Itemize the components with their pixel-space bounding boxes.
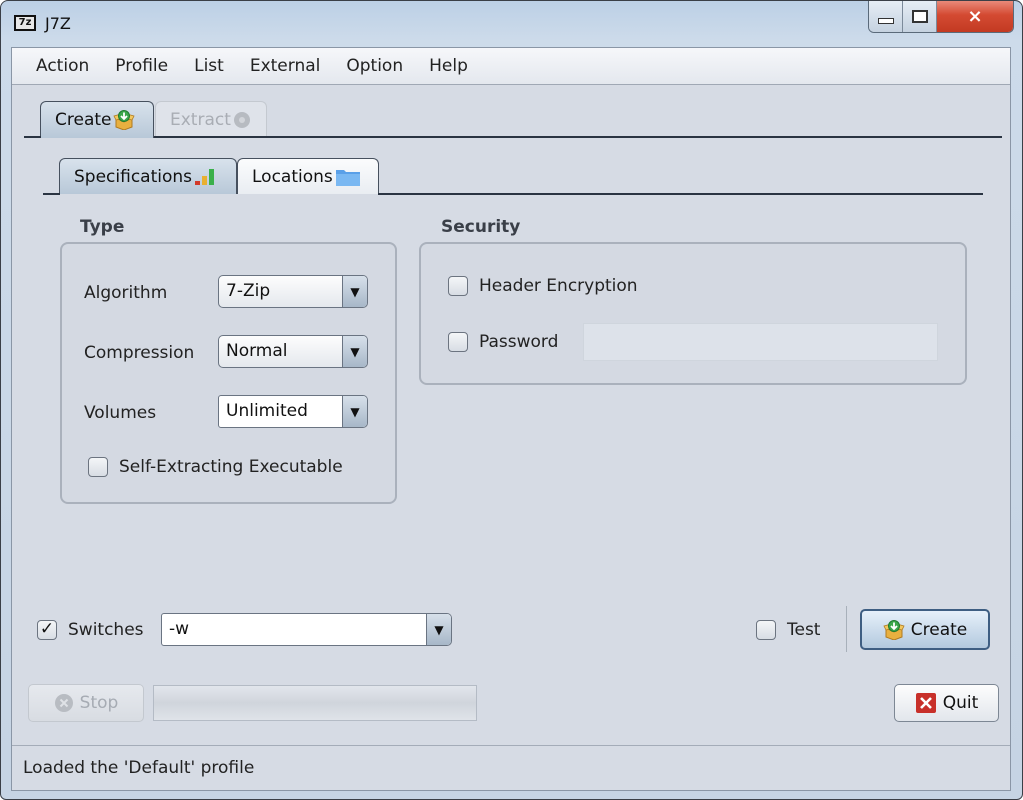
header-encryption-checkbox[interactable] bbox=[448, 276, 468, 296]
create-archive-icon bbox=[112, 110, 135, 130]
window-controls: × bbox=[868, 1, 1014, 33]
password-label[interactable]: Password bbox=[479, 332, 558, 352]
chevron-down-icon[interactable]: ▼ bbox=[426, 614, 451, 645]
switches-checkbox[interactable]: ✓ bbox=[37, 620, 57, 640]
sub-tab-divider bbox=[378, 193, 983, 195]
algorithm-value: 7-Zip bbox=[226, 281, 271, 301]
volumes-value[interactable]: Unlimited bbox=[219, 396, 342, 427]
stop-button[interactable]: Stop bbox=[28, 684, 144, 722]
tab-create-label: Create bbox=[55, 110, 112, 130]
password-checkbox[interactable] bbox=[448, 332, 468, 352]
chevron-down-icon[interactable]: ▼ bbox=[342, 396, 367, 427]
stop-icon bbox=[54, 694, 73, 712]
maximize-icon bbox=[911, 10, 928, 23]
application-window: 7z J7Z × Action Profile List External Op… bbox=[0, 0, 1023, 800]
sub-tab-divider-left bbox=[43, 193, 60, 195]
toolbar-separator bbox=[846, 606, 847, 652]
volumes-label: Volumes bbox=[84, 403, 157, 423]
quit-button-label: Quit bbox=[942, 693, 979, 713]
header-encryption-label[interactable]: Header Encryption bbox=[479, 276, 638, 296]
tab-extract-label: Extract bbox=[170, 110, 231, 130]
tab-locations[interactable]: Locations bbox=[237, 158, 379, 194]
menu-action[interactable]: Action bbox=[24, 56, 101, 76]
test-checkbox[interactable] bbox=[756, 620, 776, 640]
tab-locations-label: Locations bbox=[252, 166, 333, 187]
minimize-icon bbox=[877, 17, 894, 24]
folder-icon bbox=[335, 169, 360, 186]
status-bar: Loaded the 'Default' profile bbox=[12, 745, 1010, 790]
create-button[interactable]: Create bbox=[860, 609, 990, 650]
tab-create[interactable]: Create bbox=[40, 101, 154, 138]
create-archive-icon bbox=[883, 619, 905, 640]
app-icon: 7z bbox=[14, 15, 36, 31]
switches-label[interactable]: Switches bbox=[68, 620, 144, 640]
close-button[interactable]: × bbox=[937, 1, 1013, 32]
password-field[interactable] bbox=[583, 323, 938, 361]
volumes-combo[interactable]: Unlimited ▼ bbox=[218, 395, 368, 428]
menu-profile[interactable]: Profile bbox=[103, 56, 180, 76]
security-group bbox=[419, 242, 967, 385]
tab-specifications-label: Specifications bbox=[74, 166, 193, 187]
quit-button[interactable]: Quit bbox=[894, 684, 999, 722]
main-tab-divider-left bbox=[24, 136, 41, 138]
switches-value[interactable]: -w bbox=[162, 614, 426, 645]
test-label[interactable]: Test bbox=[787, 620, 820, 640]
maximize-button[interactable] bbox=[903, 1, 937, 32]
main-tab-divider bbox=[154, 136, 1002, 138]
window-title: J7Z bbox=[45, 14, 71, 33]
client-area: Action Profile List External Option Help… bbox=[11, 47, 1011, 791]
chevron-down-icon[interactable]: ▼ bbox=[342, 276, 367, 307]
status-text: Loaded the 'Default' profile bbox=[23, 758, 255, 778]
compression-value: Normal bbox=[226, 341, 288, 361]
create-button-label: Create bbox=[910, 619, 968, 640]
compression-label: Compression bbox=[84, 343, 195, 363]
stop-button-label: Stop bbox=[79, 693, 119, 713]
chevron-down-icon[interactable]: ▼ bbox=[342, 336, 367, 367]
progress-bar bbox=[153, 685, 477, 721]
menu-list[interactable]: List bbox=[182, 56, 236, 76]
quit-icon bbox=[915, 693, 936, 713]
menu-option[interactable]: Option bbox=[334, 56, 415, 76]
signal-bars-icon bbox=[195, 168, 215, 185]
title-bar[interactable]: 7z J7Z × bbox=[1, 1, 1022, 47]
tab-extract[interactable]: Extract bbox=[155, 101, 267, 138]
compression-select[interactable]: Normal ▼ bbox=[218, 335, 368, 368]
switches-combo[interactable]: -w ▼ bbox=[161, 613, 452, 646]
self-extracting-label[interactable]: Self-Extracting Executable bbox=[119, 457, 343, 477]
close-icon: × bbox=[967, 6, 983, 27]
type-section-title: Type bbox=[80, 217, 125, 237]
self-extracting-checkbox[interactable] bbox=[88, 457, 108, 477]
menu-help[interactable]: Help bbox=[417, 56, 480, 76]
algorithm-select[interactable]: 7-Zip ▼ bbox=[218, 275, 368, 308]
minimize-button[interactable] bbox=[869, 1, 903, 32]
algorithm-label: Algorithm bbox=[84, 283, 168, 303]
tab-specifications[interactable]: Specifications bbox=[59, 158, 237, 194]
security-section-title: Security bbox=[441, 217, 521, 237]
menu-bar: Action Profile List External Option Help bbox=[12, 48, 1010, 85]
extract-archive-icon bbox=[233, 112, 250, 128]
menu-external[interactable]: External bbox=[238, 56, 333, 76]
